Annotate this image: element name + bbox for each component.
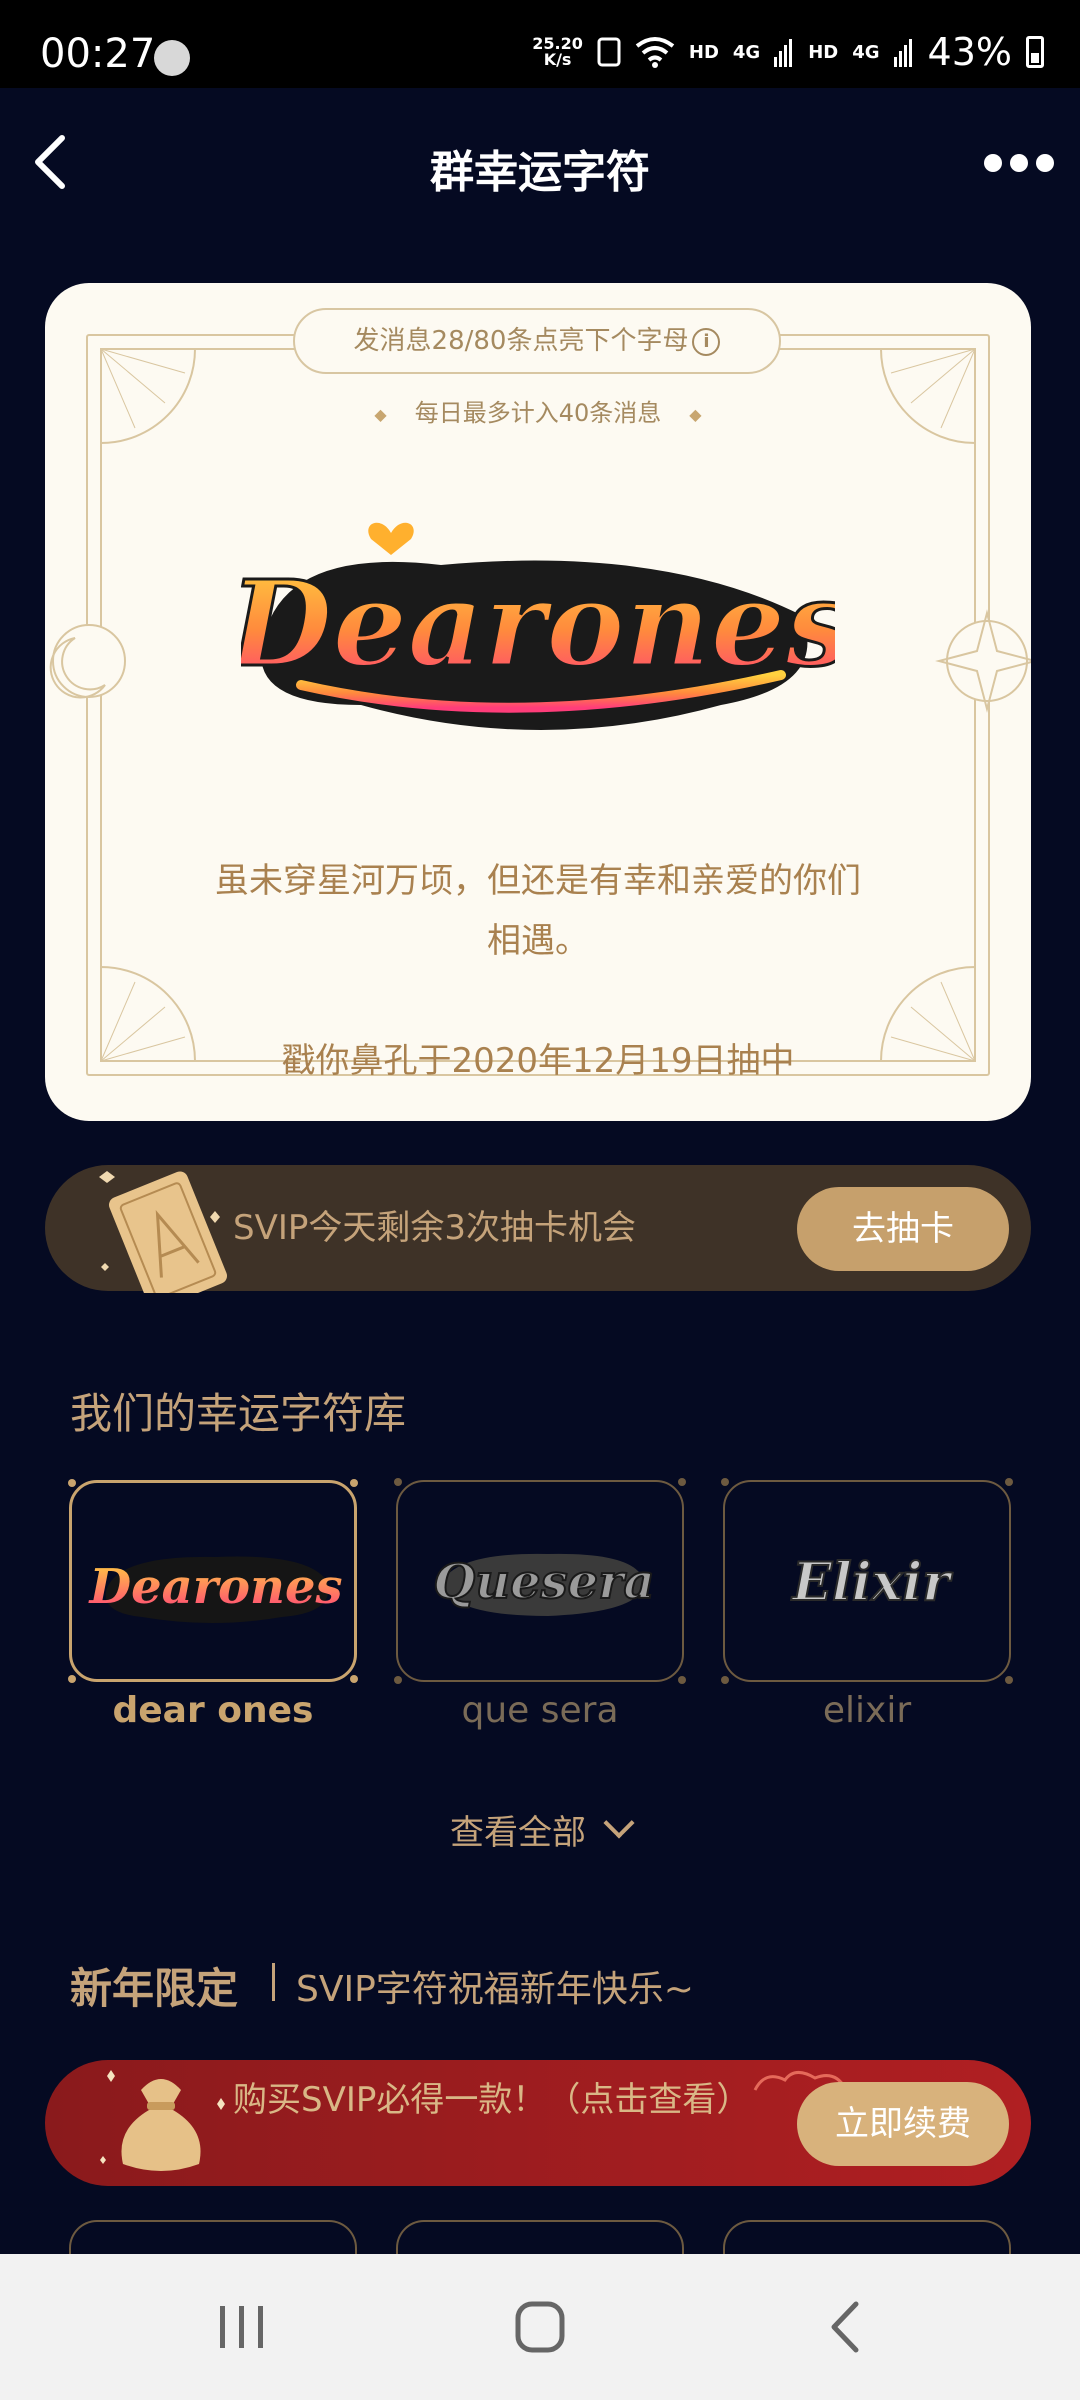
net-speed: 25.20 K/s [532,34,583,69]
back-nav-icon[interactable] [786,2254,906,2400]
svip-promo-bar[interactable]: 购买SVIP必得一款！（点击查看） 立即续费 [45,2060,1031,2186]
new-year-subtitle: SVIP字符祝福新年快乐~ [296,1969,694,2010]
lucky-bag-icon [100,2070,225,2171]
library-item-elixir[interactable]: Elixir [721,1478,1013,1684]
view-all-button[interactable]: 查看全部 [0,1805,1080,1854]
library-title: 我们的幸运字符库 [70,1389,407,1438]
svip-draw-bar[interactable]: SVIP今天剩余3次抽卡机会 去抽卡 [45,1165,1031,1293]
svg-text:Quesera: Quesera [433,1554,654,1610]
drawn-by-text: 戳你鼻孔于2020年12月19日抽中 [281,1041,795,1081]
library-item-label: elixir [822,1690,912,1731]
draw-card-button[interactable]: 去抽卡 [797,1187,1009,1271]
hd-label: HD [808,41,839,63]
divider [272,1963,275,2001]
library-item-dear-ones[interactable]: Dearones [68,1479,358,1683]
elixir-logo: Elixir [789,1551,954,1614]
library-item-que-sera[interactable]: Quesera [394,1478,686,1684]
promo-text: 购买SVIP必得一款！（点击查看） [233,2080,751,2120]
dearones-logo: Dearones [241,522,835,730]
network-type: 4G [732,41,761,63]
system-nav-bar [0,2254,1080,2400]
status-bar: 00:27 25.20 K/s HD 4G HD 4G 43% [0,0,1080,88]
svip-draw-text: SVIP今天剩余3次抽卡机会 [233,1208,637,1248]
diamond-icon: ◆ [689,404,702,424]
signal-icon [774,39,793,67]
library-item-label: que sera [461,1690,619,1731]
battery-level: 43% [927,30,1012,74]
lucky-char-card: 发消息28/80条点亮下个字母 i ◆ 每日最多计入40条消息 ◆ Dearones … [45,283,1031,1121]
svg-text:Dearones: Dearones [87,1559,342,1615]
new-year-title: 新年限定 [70,1964,239,2013]
recent-apps-icon[interactable] [182,2254,302,2400]
library-item-label: dear ones [112,1690,314,1731]
diamond-icon: ◆ [374,404,387,424]
battery-icon [1026,36,1044,68]
sim-icon [597,37,621,67]
chevron-down-icon [603,1807,635,1839]
info-icon[interactable]: i [692,327,721,356]
renew-button[interactable]: 立即续费 [797,2082,1009,2166]
status-icons: 25.20 K/s HD 4G HD 4G 43% [532,30,1044,74]
progress-pill[interactable]: 发消息28/80条点亮下个字母 i [293,308,781,374]
page-title: 群幸运字符 [430,147,650,198]
notification-icon [154,40,190,76]
wifi-icon [635,37,675,68]
svg-text:Elixir: Elixir [790,1552,953,1613]
home-icon[interactable] [480,2254,600,2400]
daily-limit-text: ◆ 每日最多计入40条消息 ◆ [374,399,702,427]
card-quote: 虽未穿星河万顷，但还是有幸和亲爱的你们相遇。 [215,861,861,961]
more-options-icon[interactable] [984,148,1054,178]
signal-icon [893,39,912,67]
network-type: 4G [852,41,880,63]
status-time: 00:27 [40,31,156,77]
quesera-logo: Quesera [432,1553,656,1616]
dearones-logo: Dearones [87,1556,343,1623]
hd-label: HD [688,41,719,63]
tarot-card-icon [99,1171,228,1293]
top-bar: 群幸运字符 [0,88,1080,238]
svg-text:Dearones: Dearones [241,554,835,693]
